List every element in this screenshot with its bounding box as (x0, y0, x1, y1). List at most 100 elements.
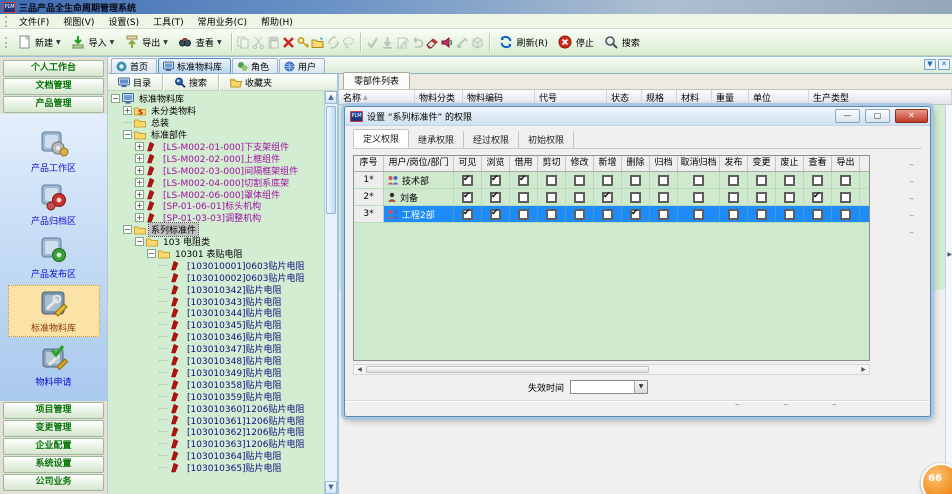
tree-node[interactable]: −标准部件 (110, 129, 337, 141)
menu-item[interactable]: 视图(V) (56, 17, 101, 29)
open-folder-icon[interactable] (311, 35, 326, 50)
permission-checkbox[interactable] (728, 175, 739, 186)
parts-column-header[interactable]: 代号 (535, 90, 607, 104)
tree-node[interactable]: [103010362]1206贴片电阻 (110, 426, 337, 438)
tree-node[interactable]: [103010343]贴片电阻 (110, 295, 337, 307)
search-button[interactable]: 搜索 (599, 32, 645, 53)
edit-icon[interactable] (395, 35, 410, 50)
expand-toggle-icon[interactable]: − (111, 94, 120, 103)
permission-checkbox[interactable] (574, 209, 585, 220)
menu-item[interactable]: 工具(T) (146, 17, 191, 29)
expand-toggle-icon[interactable]: + (135, 166, 144, 175)
permission-checkbox[interactable] (812, 209, 823, 220)
permission-checkbox[interactable] (693, 209, 704, 220)
expand-toggle-icon[interactable]: − (135, 237, 144, 246)
permission-checkbox[interactable] (490, 192, 501, 203)
sidebar-item-物料申请[interactable]: 物料申请 (8, 340, 100, 390)
permission-checkbox[interactable] (756, 209, 767, 220)
expand-toggle-icon[interactable]: − (123, 225, 132, 234)
sidebar-item-产品发布区[interactable]: 产品发布区 (8, 232, 100, 282)
sidebar-section-button[interactable]: 文档管理 (3, 78, 104, 95)
permission-checkbox[interactable] (693, 175, 704, 186)
tree-node[interactable]: [103010358]贴片电阻 (110, 378, 337, 390)
permission-checkbox[interactable] (546, 209, 557, 220)
tab-close-button[interactable]: ✕ (938, 59, 950, 70)
dialog-title-bar[interactable]: PLM 设置 “系列标准件” 的权限 — ▢ ✕ (345, 107, 930, 126)
expand-toggle-icon[interactable]: + (135, 190, 144, 199)
tree-node[interactable]: [103010002]0603贴片电阻 (110, 271, 337, 283)
permission-checkbox[interactable] (490, 175, 501, 186)
permission-tab-继承权限[interactable]: 继承权限 (409, 131, 464, 148)
permission-checkbox[interactable] (840, 175, 851, 186)
sidebar-section-button[interactable]: 产品管理 (3, 96, 104, 113)
tree-node[interactable]: [103010342]贴片电阻 (110, 283, 337, 295)
sidebar-section-button[interactable]: 个人工作台 (3, 60, 104, 77)
permission-tab-经过权限[interactable]: 经过权限 (464, 131, 519, 148)
permission-checkbox[interactable] (546, 175, 557, 186)
tree-scrollbar[interactable]: ▲ ▼ (324, 91, 337, 494)
permission-checkbox[interactable] (693, 192, 704, 203)
permission-checkbox[interactable] (518, 209, 529, 220)
parts-list-tab[interactable]: 零部件列表 (343, 72, 410, 89)
tree-node[interactable]: [103010344]贴片电阻 (110, 307, 337, 319)
expand-toggle-icon[interactable]: − (147, 249, 156, 258)
permission-checkbox[interactable] (462, 192, 473, 203)
permission-checkbox[interactable] (812, 175, 823, 186)
tree-node[interactable]: +S未分类物料 (110, 105, 337, 117)
tab-用户[interactable]: 用户 (279, 58, 325, 73)
tab-list-dropdown-button[interactable]: ▼ (924, 59, 936, 70)
permission-checkbox[interactable] (812, 192, 823, 203)
dialog-minimize-button[interactable]: — (835, 109, 860, 123)
permission-checkbox[interactable] (518, 192, 529, 203)
expand-toggle-icon[interactable]: + (135, 142, 144, 151)
tree-node[interactable]: [103010361]1206贴片电阻 (110, 414, 337, 426)
menu-item[interactable]: 常用业务(C) (191, 17, 254, 29)
permission-checkbox[interactable] (728, 192, 739, 203)
cut-icon[interactable] (251, 35, 266, 50)
permission-checkbox[interactable] (658, 175, 669, 186)
stop-button[interactable]: 停止 (553, 32, 599, 53)
tree-node[interactable]: −标准物料库 (110, 93, 337, 105)
new-button[interactable]: 新建▼ (12, 32, 66, 53)
parts-column-header[interactable]: 生产类型 (809, 90, 952, 104)
permission-checkbox[interactable] (840, 209, 851, 220)
copy-icon[interactable] (236, 35, 251, 50)
menu-item[interactable]: 帮助(H) (254, 17, 300, 29)
permission-checkbox[interactable] (630, 209, 641, 220)
tree-node[interactable]: [103010359]贴片电阻 (110, 390, 337, 402)
permission-checkbox[interactable] (462, 175, 473, 186)
permission-checkbox[interactable] (630, 175, 641, 186)
tree-node[interactable]: +[SP-01-06-01]标头机构 (110, 200, 337, 212)
parts-column-header[interactable]: 状态 (607, 90, 642, 104)
permission-checkbox[interactable] (658, 209, 669, 220)
permission-checkbox[interactable] (490, 209, 501, 220)
expand-toggle-icon[interactable]: + (135, 213, 144, 222)
permission-table-hscrollbar[interactable]: ◀ ▶ (353, 364, 870, 375)
delete-icon[interactable] (281, 35, 296, 50)
sidebar-section-button[interactable]: 系统设置 (3, 456, 104, 473)
link-icon[interactable] (326, 35, 341, 50)
tab-角色[interactable]: 角色 (232, 58, 278, 73)
scroll-up-icon[interactable]: ▲ (325, 91, 337, 104)
tree-node[interactable]: [103010363]1206贴片电阻 (110, 438, 337, 450)
approve-check-icon[interactable] (365, 35, 380, 50)
permission-tab-初始权限[interactable]: 初始权限 (519, 131, 574, 148)
permission-checkbox[interactable] (518, 175, 529, 186)
expand-toggle-icon[interactable]: + (135, 178, 144, 187)
checkin-icon[interactable] (380, 35, 395, 50)
tree-node[interactable]: 总装 (110, 117, 337, 129)
parts-column-header[interactable]: 单位 (749, 90, 809, 104)
permission-checkbox[interactable] (784, 209, 795, 220)
package-icon[interactable] (470, 35, 485, 50)
hscroll-thumb[interactable] (366, 366, 649, 373)
hscroll-right-icon[interactable]: ▶ (858, 365, 869, 374)
permission-checkbox[interactable] (784, 175, 795, 186)
sidebar-section-button[interactable]: 项目管理 (3, 402, 104, 419)
tree-node[interactable]: +[LS-M002-01-000]下支架组件 (110, 141, 337, 153)
parts-column-header[interactable]: 名称▲ (339, 90, 415, 104)
tree-node[interactable]: −10301 表贴电阻 (110, 248, 337, 260)
tree-node[interactable]: [103010365]贴片电阻 (110, 462, 337, 474)
scroll-down-icon[interactable]: ▼ (325, 481, 337, 494)
permission-checkbox[interactable] (574, 175, 585, 186)
permission-checkbox[interactable] (574, 192, 585, 203)
